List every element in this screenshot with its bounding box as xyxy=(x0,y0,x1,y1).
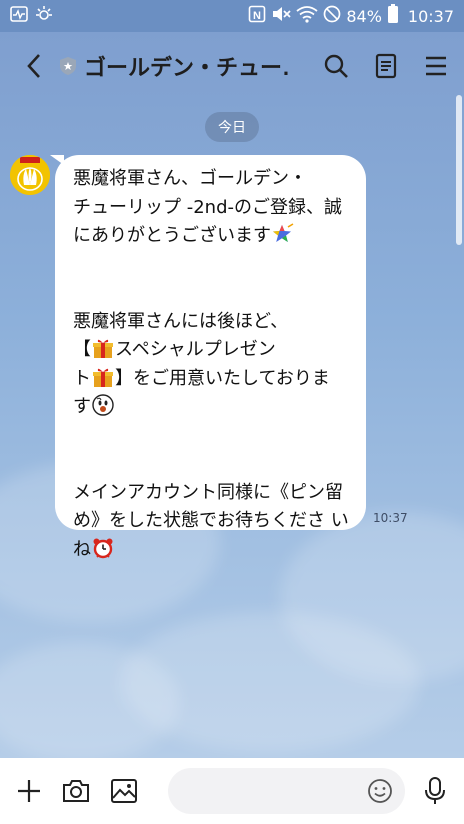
message-spacer xyxy=(73,279,352,308)
menu-button[interactable] xyxy=(422,52,450,80)
message-input[interactable] xyxy=(168,768,405,814)
character-face-icon xyxy=(92,394,114,416)
message-spacer xyxy=(73,450,352,479)
nfc-icon: N xyxy=(248,5,266,27)
sticker-icon[interactable] xyxy=(367,778,393,804)
mute-icon xyxy=(271,5,291,27)
message-spacer xyxy=(73,422,352,451)
message-line: ト】をご用意いたしておりま xyxy=(73,366,330,389)
shield-icon xyxy=(58,56,78,76)
input-bar xyxy=(0,758,464,824)
wifi-icon xyxy=(296,5,318,27)
message-line: チューリップ -2nd-のご登録、誠 xyxy=(73,196,342,218)
notes-button[interactable] xyxy=(372,52,400,80)
camera-button[interactable] xyxy=(61,776,90,806)
alarm-clock-icon xyxy=(92,537,114,559)
svg-text:N: N xyxy=(253,10,261,22)
menu-icon xyxy=(426,56,446,76)
message-line: メインアカウント同様に《ピン留 xyxy=(73,481,343,503)
message-line: 【スペシャルプレゼン xyxy=(73,337,276,360)
avatar[interactable] xyxy=(10,155,50,195)
status-bar: N 84% 10:37 xyxy=(0,0,464,32)
image-button[interactable] xyxy=(109,776,138,806)
plus-icon xyxy=(17,780,40,802)
gift-icon xyxy=(92,366,114,388)
activity-icon xyxy=(10,6,28,26)
mic-icon xyxy=(425,777,446,804)
message-spacer xyxy=(73,251,352,280)
mic-button[interactable] xyxy=(421,776,450,806)
search-icon xyxy=(324,54,348,78)
message-line: 悪魔将軍さん、ゴールデン・ xyxy=(73,168,307,189)
message-line: にありがとうございます xyxy=(73,222,352,251)
chat-header: ゴールデン・チュー… xyxy=(0,32,464,100)
camera-icon xyxy=(63,780,90,802)
battery-percent: 84% xyxy=(346,6,382,26)
message-line: す xyxy=(73,393,352,422)
back-button[interactable] xyxy=(18,46,50,86)
message-line: 悪魔将軍さんには後ほど、 xyxy=(73,310,289,332)
back-icon xyxy=(27,54,40,78)
message-line: ね xyxy=(73,536,352,565)
status-clock: 10:37 xyxy=(407,6,454,26)
date-separator: 今日 xyxy=(205,112,259,142)
gift-icon xyxy=(92,337,114,359)
chat-title: ゴールデン・チュー… xyxy=(84,55,289,80)
no-sim-icon xyxy=(323,5,341,27)
image-icon xyxy=(110,779,137,803)
message-line: め》をした状態でお待ちくださ い xyxy=(73,510,349,531)
brightness-icon xyxy=(34,5,54,27)
notes-icon xyxy=(375,53,397,79)
shooting-star-icon xyxy=(272,223,294,245)
message-time: 10:37 xyxy=(373,511,408,525)
message-bubble[interactable]: 悪魔将軍さん、ゴールデン・ チューリップ -2nd-のご登録、誠 にありがとうご… xyxy=(55,155,366,560)
battery-icon xyxy=(387,4,399,28)
plus-button[interactable] xyxy=(14,776,43,806)
scrollbar[interactable] xyxy=(456,95,462,245)
search-button[interactable] xyxy=(322,52,350,80)
